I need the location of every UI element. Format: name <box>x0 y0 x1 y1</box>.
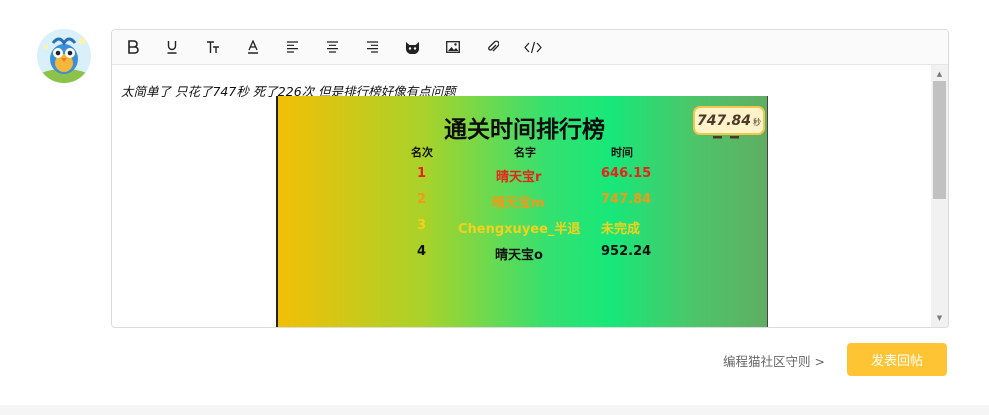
scrollbar-thumb[interactable] <box>933 81 946 199</box>
avatar-image <box>37 29 91 83</box>
row-4-time: 952.24 <box>601 244 652 259</box>
align-center-button[interactable] <box>320 36 344 58</box>
row-4-rank: 4 <box>417 244 427 259</box>
avatar[interactable] <box>37 29 91 83</box>
bold-button[interactable] <box>121 36 145 58</box>
scroll-down-arrow-icon[interactable]: ▼ <box>931 311 948 325</box>
row-1-time: 646.15 <box>601 166 652 181</box>
reply-editor[interactable]: 太简单了 只花了747秒 死了226次 但是排行榜好像有点问题 通关时间排行榜 … <box>111 29 949 328</box>
emoji-button[interactable] <box>400 36 424 58</box>
editor-content[interactable]: 太简单了 只花了747秒 死了226次 但是排行榜好像有点问题 通关时间排行榜 … <box>112 65 931 327</box>
row-4-name: 晴天宝o <box>495 248 543 263</box>
leaderboard-screenshot: 通关时间排行榜 名次 名字 时间 1 晴天宝r 646.15 2 晴天宝m 74… <box>276 96 768 327</box>
underline-button[interactable] <box>160 36 184 58</box>
align-center-icon <box>326 41 338 53</box>
font-color-icon <box>248 40 258 54</box>
row-1-rank: 1 <box>417 166 427 181</box>
editor-toolbar <box>112 30 948 65</box>
align-left-button[interactable] <box>280 36 304 58</box>
timer-value: 747.84 <box>696 112 752 129</box>
row-2-rank: 2 <box>417 192 427 207</box>
name-header: 名字 <box>514 146 536 159</box>
underline-icon <box>167 41 177 54</box>
bold-icon <box>128 40 139 54</box>
submit-reply-button[interactable]: 发表回帖 <box>847 343 947 376</box>
timer-badge-legs <box>713 136 739 139</box>
font-size-button[interactable] <box>201 36 225 58</box>
font-color-button[interactable] <box>241 36 265 58</box>
paperclip-icon <box>488 40 499 52</box>
timer-badge: 747.84 秒 <box>693 106 765 135</box>
insert-image-button[interactable] <box>441 36 465 58</box>
align-right-button[interactable] <box>360 36 384 58</box>
page-bottom-band <box>0 405 989 415</box>
align-right-icon <box>366 41 378 53</box>
insert-code-button[interactable] <box>521 36 545 58</box>
row-2-time: 747.84 <box>601 192 652 207</box>
row-3-name: Chengxuyee_半退 <box>458 222 581 237</box>
attach-file-button[interactable] <box>481 36 505 58</box>
rank-header: 名次 <box>411 146 433 159</box>
row-2-name: 晴天宝m <box>492 196 545 211</box>
align-left-icon <box>286 41 298 53</box>
editor-scrollbar[interactable]: ▲ ▼ <box>931 65 948 327</box>
code-icon <box>524 41 542 53</box>
timer-unit: 秒 <box>753 117 762 127</box>
row-3-rank: 3 <box>417 218 427 233</box>
community-guidelines-link[interactable]: 编程猫社区守则 > <box>723 351 825 370</box>
image-icon <box>446 41 460 53</box>
row-1-name: 晴天宝r <box>496 170 542 185</box>
row-3-time: 未完成 <box>601 222 641 237</box>
time-header: 时间 <box>611 146 633 159</box>
scroll-up-arrow-icon[interactable]: ▲ <box>931 67 948 81</box>
font-size-icon <box>207 41 219 53</box>
cat-face-icon <box>405 41 419 54</box>
